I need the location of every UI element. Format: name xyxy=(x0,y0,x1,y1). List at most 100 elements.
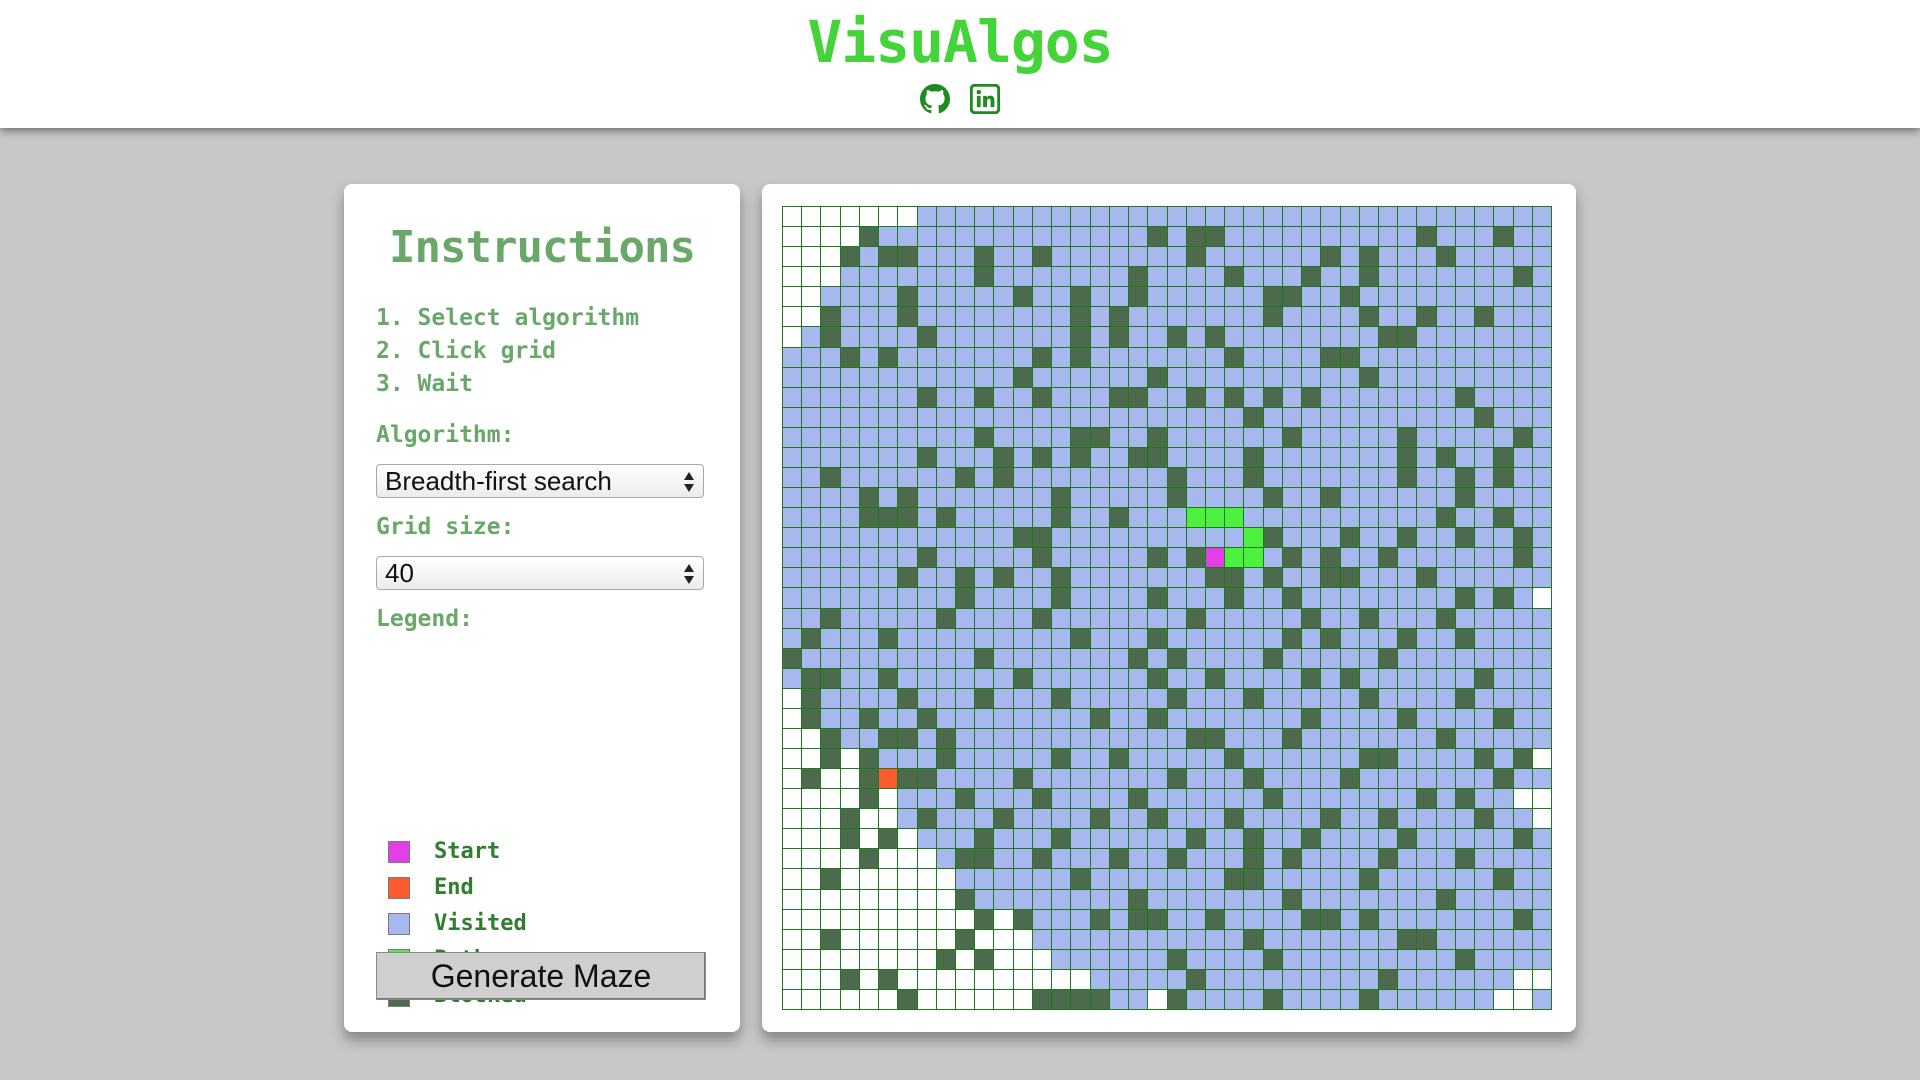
grid-cell[interactable] xyxy=(936,528,957,549)
grid-cell[interactable] xyxy=(1148,728,1168,750)
grid-cell[interactable] xyxy=(1244,307,1264,328)
grid-cell[interactable] xyxy=(1225,488,1245,509)
grid-cell[interactable] xyxy=(975,969,995,990)
grid-cell[interactable] xyxy=(840,728,860,750)
grid-cell[interactable] xyxy=(1417,548,1437,569)
grid-cell[interactable] xyxy=(802,447,822,468)
grid-cell[interactable] xyxy=(917,387,937,408)
grid-cell[interactable] xyxy=(956,287,976,308)
grid-cell[interactable] xyxy=(1302,949,1322,970)
grid-cell[interactable] xyxy=(840,969,860,990)
grid-cell[interactable] xyxy=(821,648,841,669)
grid-cell[interactable] xyxy=(1359,427,1379,448)
grid-cell[interactable] xyxy=(1032,407,1053,428)
grid-cell[interactable] xyxy=(840,427,860,448)
grid-cell[interactable] xyxy=(1013,568,1033,589)
grid-cell[interactable] xyxy=(1032,387,1053,408)
grid-cell[interactable] xyxy=(1455,387,1476,408)
grid-cell[interactable] xyxy=(1532,769,1552,790)
grid-cell[interactable] xyxy=(1109,789,1130,810)
grid-cell[interactable] xyxy=(1109,929,1130,950)
grid-cell[interactable] xyxy=(1148,307,1168,328)
grid-cell[interactable] xyxy=(1494,769,1514,790)
grid-cell[interactable] xyxy=(1148,849,1168,870)
grid-cell[interactable] xyxy=(1513,929,1533,950)
grid-cell[interactable] xyxy=(1205,608,1226,629)
grid-cell[interactable] xyxy=(840,608,860,629)
grid-cell[interactable] xyxy=(1186,989,1206,1010)
grid-cell[interactable] xyxy=(1302,889,1322,910)
grid-cell[interactable] xyxy=(1052,849,1072,870)
grid-cell[interactable] xyxy=(1225,247,1245,268)
grid-cell[interactable] xyxy=(1417,869,1437,890)
grid-cell[interactable] xyxy=(1032,829,1053,850)
grid-cell[interactable] xyxy=(917,869,937,890)
grid-cell[interactable] xyxy=(859,207,880,228)
grid-cell[interactable] xyxy=(898,347,918,368)
grid-cell[interactable] xyxy=(1225,508,1245,529)
grid-cell[interactable] xyxy=(1129,708,1149,729)
grid-cell[interactable] xyxy=(917,889,937,910)
grid-cell[interactable] xyxy=(1417,327,1437,348)
grid-cell[interactable] xyxy=(840,648,860,669)
grid-cell[interactable] xyxy=(1475,307,1495,328)
grid-cell[interactable] xyxy=(1494,708,1514,729)
grid-cell[interactable] xyxy=(1302,467,1322,489)
grid-cell[interactable] xyxy=(1148,207,1168,228)
grid-cell[interactable] xyxy=(1475,407,1495,428)
grid-cell[interactable] xyxy=(1013,648,1033,669)
grid-cell[interactable] xyxy=(1186,749,1206,770)
grid-cell[interactable] xyxy=(1263,728,1283,750)
grid-cell[interactable] xyxy=(859,367,880,388)
grid-cell[interactable] xyxy=(1071,488,1091,509)
grid-cell[interactable] xyxy=(821,347,841,368)
grid-cell[interactable] xyxy=(1359,327,1379,348)
grid-cell[interactable] xyxy=(1090,227,1110,248)
grid-cell[interactable] xyxy=(783,467,803,489)
grid-cell[interactable] xyxy=(821,267,841,288)
grid-cell[interactable] xyxy=(1475,488,1495,509)
grid-cell[interactable] xyxy=(1109,427,1130,448)
grid-cell[interactable] xyxy=(1071,387,1091,408)
grid-cell[interactable] xyxy=(898,287,918,308)
grid-cell[interactable] xyxy=(936,849,957,870)
grid-cell[interactable] xyxy=(994,267,1014,288)
grid-cell[interactable] xyxy=(1109,247,1130,268)
grid-cell[interactable] xyxy=(1071,889,1091,910)
grid-cell[interactable] xyxy=(1359,789,1379,810)
grid-cell[interactable] xyxy=(898,227,918,248)
grid-cell[interactable] xyxy=(1071,307,1091,328)
grid-cell[interactable] xyxy=(1359,508,1379,529)
grid-cell[interactable] xyxy=(1417,207,1437,228)
grid-cell[interactable] xyxy=(1225,849,1245,870)
grid-cell[interactable] xyxy=(1513,588,1533,609)
grid-cell[interactable] xyxy=(1282,949,1303,970)
grid-cell[interactable] xyxy=(1398,668,1418,689)
grid-cell[interactable] xyxy=(1071,708,1091,729)
grid-cell[interactable] xyxy=(936,407,957,428)
grid-cell[interactable] xyxy=(936,728,957,750)
grid-cell[interactable] xyxy=(1340,969,1360,990)
grid-cell[interactable] xyxy=(1398,588,1418,609)
grid-cell[interactable] xyxy=(1052,568,1072,589)
grid-cell[interactable] xyxy=(1494,608,1514,629)
grid-cell[interactable] xyxy=(1436,488,1456,509)
grid-cell[interactable] xyxy=(1455,588,1476,609)
grid-cell[interactable] xyxy=(1436,829,1456,850)
grid-cell[interactable] xyxy=(1436,668,1456,689)
grid-cell[interactable] xyxy=(1532,929,1552,950)
grid-cell[interactable] xyxy=(1436,869,1456,890)
grid-cell[interactable] xyxy=(1013,688,1033,709)
grid-cell[interactable] xyxy=(1032,327,1053,348)
grid-cell[interactable] xyxy=(1475,668,1495,689)
grid-cell[interactable] xyxy=(1071,327,1091,348)
grid-cell[interactable] xyxy=(1129,447,1149,468)
grid-cell[interactable] xyxy=(1109,528,1130,549)
grid-cell[interactable] xyxy=(1359,528,1379,549)
grid-cell[interactable] xyxy=(1263,969,1283,990)
grid-cell[interactable] xyxy=(1129,869,1149,890)
grid-cell[interactable] xyxy=(1225,989,1245,1010)
grid-cell[interactable] xyxy=(956,989,976,1010)
grid-cell[interactable] xyxy=(1417,447,1437,468)
grid-cell[interactable] xyxy=(1186,568,1206,589)
